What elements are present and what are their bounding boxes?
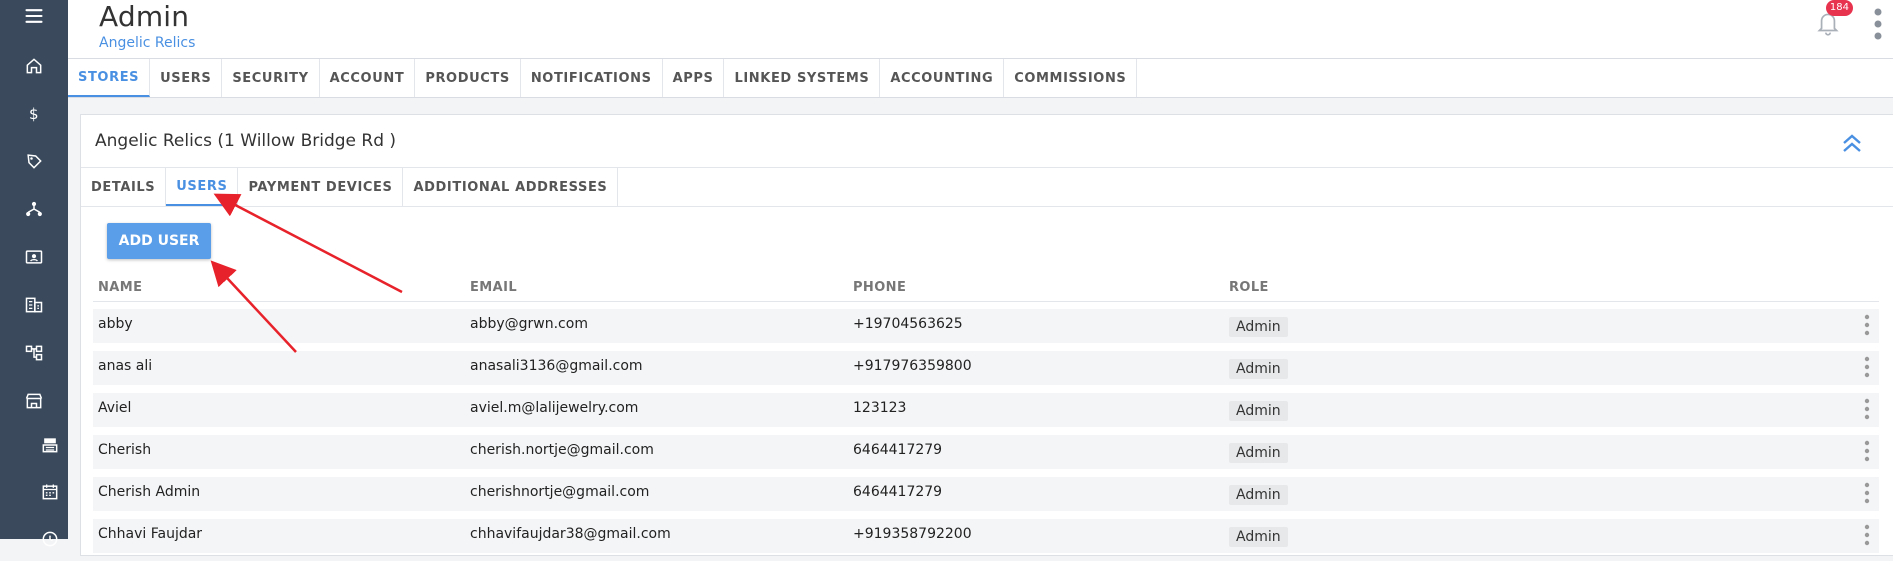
- cell-name: abby: [98, 316, 133, 332]
- page-header: Admin Angelic Relics 184: [68, 0, 1893, 59]
- contact-card-icon[interactable]: [0, 237, 68, 277]
- role-badge: Admin: [1229, 317, 1288, 337]
- tab-linked-systems[interactable]: LINKED SYSTEMS: [724, 59, 881, 97]
- row-menu-icon[interactable]: [1863, 524, 1871, 546]
- cell-email: anasali3136@gmail.com: [470, 358, 643, 374]
- col-header-name[interactable]: NAME: [98, 280, 142, 295]
- row-menu-icon[interactable]: [1863, 398, 1871, 420]
- store-card: Angelic Relics (1 Willow Bridge Rd ) DET…: [80, 114, 1893, 556]
- col-header-email[interactable]: EMAIL: [470, 280, 517, 295]
- tag-icon[interactable]: [0, 141, 68, 181]
- cell-phone: 6464417279: [853, 484, 943, 500]
- notification-badge: 184: [1825, 0, 1853, 16]
- table-header: NAME EMAIL PHONE ROLE: [93, 271, 1879, 302]
- tab-security[interactable]: SECURITY: [222, 59, 320, 97]
- tab-commissions[interactable]: COMMISSIONS: [1004, 59, 1138, 97]
- store-card-title: Angelic Relics (1 Willow Bridge Rd ): [95, 131, 397, 151]
- cell-phone: +19704563625: [853, 316, 963, 332]
- subtab-payment-devices[interactable]: PAYMENT DEVICES: [238, 168, 404, 206]
- home-icon[interactable]: [0, 46, 68, 86]
- page-title: Admin: [99, 0, 190, 33]
- building-icon[interactable]: [0, 285, 68, 325]
- network-icon[interactable]: [0, 189, 68, 229]
- store-subtitle-link[interactable]: Angelic Relics: [99, 35, 195, 51]
- role-badge: Admin: [1229, 527, 1288, 547]
- table-row[interactable]: abby abby@grwn.com +19704563625 Admin: [93, 309, 1879, 344]
- table-row[interactable]: Chhavi Faujdar chhavifaujdar38@gmail.com…: [93, 519, 1879, 554]
- cell-email: cherish.nortje@gmail.com: [470, 442, 654, 458]
- clock-icon[interactable]: [16, 519, 84, 559]
- cell-email: chhavifaujdar38@gmail.com: [470, 526, 671, 542]
- table-row[interactable]: Cherish Admin cherishnortje@gmail.com 64…: [93, 477, 1879, 512]
- tab-account[interactable]: ACCOUNT: [320, 59, 416, 97]
- cell-name: anas ali: [98, 358, 153, 374]
- row-menu-icon[interactable]: [1863, 440, 1871, 462]
- role-badge: Admin: [1229, 485, 1288, 505]
- tab-users[interactable]: USERS: [150, 59, 223, 97]
- tab-notifications[interactable]: NOTIFICATIONS: [521, 59, 663, 97]
- table-row[interactable]: anas ali anasali3136@gmail.com +91797635…: [93, 351, 1879, 386]
- row-menu-icon[interactable]: [1863, 314, 1871, 336]
- add-user-button[interactable]: ADD USER: [107, 223, 211, 259]
- users-table: NAME EMAIL PHONE ROLE abby abby@grwn.com…: [93, 271, 1879, 561]
- subtab-details[interactable]: DETAILS: [81, 168, 167, 206]
- cell-name: Chhavi Faujdar: [98, 526, 203, 542]
- svg-text:$: $: [29, 105, 39, 123]
- subtab-additional-addresses[interactable]: ADDITIONAL ADDRESSES: [403, 168, 619, 206]
- table-row[interactable]: Cherish cherish.nortje@gmail.com 6464417…: [93, 435, 1879, 470]
- cell-name: Cherish: [98, 442, 152, 458]
- row-menu-icon[interactable]: [1863, 356, 1871, 378]
- cell-email: aviel.m@lalijewelry.com: [470, 400, 639, 416]
- table-row[interactable]: Aviel aviel.m@lalijewelry.com 123123 Adm…: [93, 393, 1879, 428]
- tab-products[interactable]: PRODUCTS: [415, 59, 521, 97]
- store-sub-tabs: DETAILS USERS PAYMENT DEVICES ADDITIONAL…: [81, 167, 1893, 207]
- collapse-icon[interactable]: [1840, 131, 1864, 155]
- cell-phone: +919358792200: [853, 526, 972, 542]
- calendar-icon[interactable]: [16, 472, 84, 512]
- menu-icon[interactable]: [0, 0, 68, 32]
- role-badge: Admin: [1229, 359, 1288, 379]
- tab-apps[interactable]: APPS: [663, 59, 725, 97]
- more-vertical-icon[interactable]: [1873, 6, 1883, 42]
- cell-name: Cherish Admin: [98, 484, 201, 500]
- cell-phone: 6464417279: [853, 442, 943, 458]
- cell-name: Aviel: [98, 400, 132, 416]
- cell-phone: 123123: [853, 400, 907, 416]
- sidebar: $: [0, 0, 68, 547]
- role-badge: Admin: [1229, 401, 1288, 421]
- cell-email: abby@grwn.com: [470, 316, 588, 332]
- main-tabs: STORES USERS SECURITY ACCOUNT PRODUCTS N…: [68, 59, 1893, 98]
- cell-phone: +917976359800: [853, 358, 972, 374]
- dollar-icon[interactable]: $: [0, 93, 68, 133]
- tab-stores[interactable]: STORES: [68, 59, 151, 97]
- col-header-phone[interactable]: PHONE: [853, 280, 906, 295]
- store-icon[interactable]: [0, 381, 68, 421]
- cell-email: cherishnortje@gmail.com: [470, 484, 650, 500]
- hierarchy-icon[interactable]: [0, 333, 68, 373]
- col-header-role[interactable]: ROLE: [1229, 280, 1269, 295]
- register-icon[interactable]: [16, 425, 84, 465]
- subtab-users[interactable]: USERS: [166, 168, 239, 206]
- row-menu-icon[interactable]: [1863, 482, 1871, 504]
- role-badge: Admin: [1229, 443, 1288, 463]
- tab-accounting[interactable]: ACCOUNTING: [880, 59, 1005, 97]
